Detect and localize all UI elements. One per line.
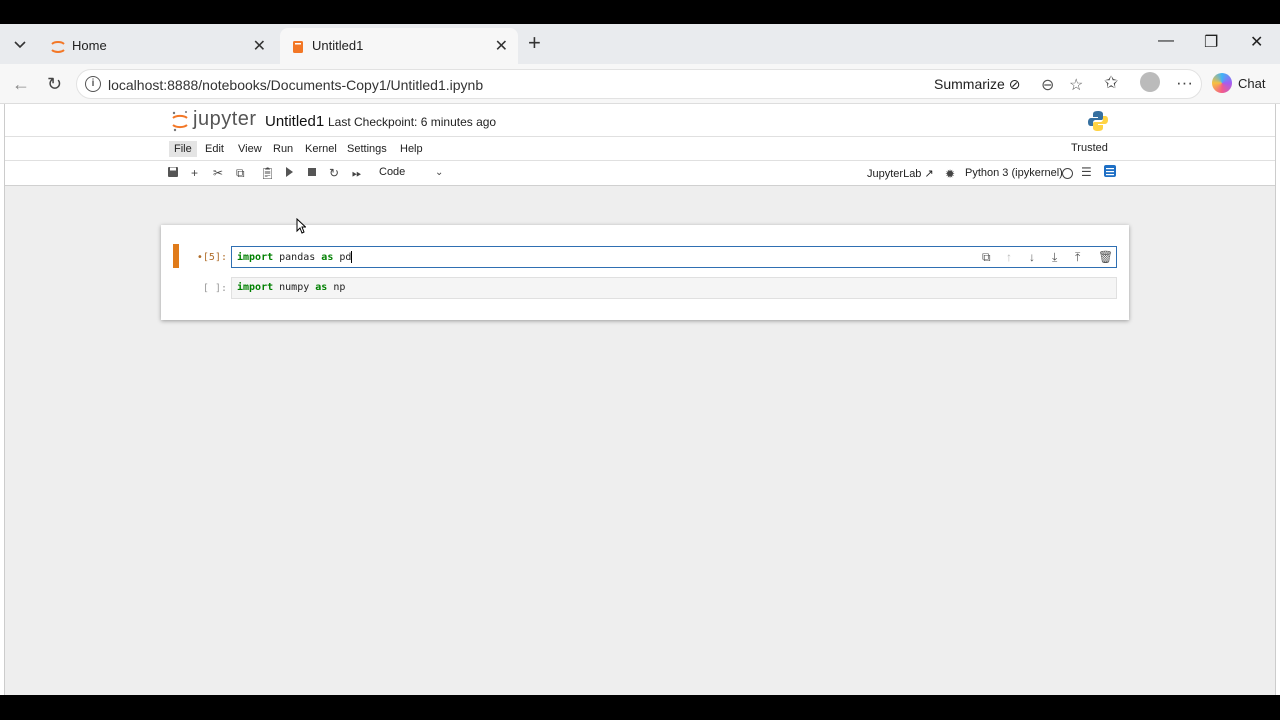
notebook-panel: •[5]: import pandas as pd ⧉ ↑ ↓ ⤓ ⤒ 🗑︎ […	[161, 225, 1129, 320]
run-icon[interactable]	[284, 166, 294, 181]
debugger-bug-icon[interactable]: ✹	[945, 167, 955, 181]
active-cell-indicator	[173, 244, 179, 268]
summarize-label: Summarize	[934, 76, 1005, 92]
code-alias: np	[327, 282, 346, 293]
copilot-summarize-icon: ⊘	[1008, 76, 1021, 92]
cut-icon[interactable]: ✂	[213, 166, 223, 180]
cell-type-select[interactable]: Code	[379, 166, 405, 178]
code-module: numpy	[273, 282, 316, 293]
toc-icon[interactable]	[1103, 164, 1117, 181]
chat-label: Chat	[1238, 75, 1266, 91]
close-window-icon[interactable]: ✕	[1250, 32, 1263, 52]
trusted-indicator[interactable]: Trusted	[1071, 142, 1108, 154]
cell-prompt: •[5]:	[196, 252, 227, 263]
menu-view[interactable]: View	[233, 141, 267, 157]
menu-bar: File Edit View Run Kernel Settings Help …	[5, 136, 1275, 160]
copilot-chat-button[interactable]: Chat	[1212, 73, 1265, 93]
insert-cell-plus-icon[interactable]: +	[191, 166, 198, 180]
tab-home[interactable]: Home ✕	[40, 28, 276, 64]
close-tab-icon[interactable]: ✕	[253, 36, 266, 56]
code-keyword: import	[237, 282, 274, 293]
cell-editor[interactable]: import numpy as np	[231, 277, 1117, 299]
menu-settings[interactable]: Settings	[342, 141, 392, 157]
jupyter-header: jupyter Untitled1 Last Checkpoint: 6 min…	[5, 104, 1275, 136]
site-info-icon[interactable]: i	[85, 76, 101, 92]
move-down-icon[interactable]: ↓	[1029, 250, 1035, 264]
mouse-pointer-icon	[296, 217, 307, 234]
code-module: pandas	[273, 252, 322, 263]
delete-cell-icon[interactable]: 🗑︎	[1098, 250, 1113, 264]
external-link-icon: ↗	[924, 168, 934, 180]
new-tab-plus-icon[interactable]: +	[528, 32, 541, 54]
back-arrow-icon[interactable]: ←	[12, 74, 30, 95]
menu-kernel[interactable]: Kernel	[300, 141, 342, 157]
jupyterlab-label: JupyterLab	[867, 168, 922, 180]
zoom-icon[interactable]: ⊖	[1041, 75, 1054, 95]
menu-edit[interactable]: Edit	[200, 141, 229, 157]
text-caret	[351, 251, 353, 263]
code-cell[interactable]: [ ]: import numpy as np	[161, 277, 1129, 301]
notebook-favicon-icon	[290, 39, 306, 55]
tab-untitled1[interactable]: Untitled1 ✕	[280, 28, 518, 64]
address-toolbar: ← ↻ i localhost:8888/notebooks/Documents…	[0, 64, 1280, 104]
favorite-star-icon[interactable]: ☆	[1069, 75, 1083, 95]
code-alias: pd	[333, 252, 352, 263]
jupyter-favicon-icon	[50, 39, 66, 55]
tab-label: Home	[72, 38, 107, 53]
menu-file[interactable]: File	[169, 141, 197, 157]
tab-label: Untitled1	[312, 38, 364, 53]
cell-prompt: [ ]:	[202, 283, 227, 294]
code-keyword: import	[237, 252, 274, 263]
favorites-icon[interactable]: ✩	[1104, 73, 1118, 93]
notebook-toolbar: + ✂ ⧉ 📋︎ ↻ ⏩︎ Code ⌄ JupyterLab ↗ ✹ Pyth…	[5, 160, 1275, 186]
jupyter-page: jupyter Untitled1 Last Checkpoint: 6 min…	[4, 104, 1276, 695]
cell-code[interactable]: import numpy as np	[237, 282, 345, 293]
menu-list-icon[interactable]: ☰	[1081, 165, 1092, 179]
code-keyword: as	[321, 252, 334, 263]
url-text[interactable]: localhost:8888/notebooks/Documents-Copy1…	[108, 77, 483, 93]
python-logo-icon	[1087, 110, 1109, 132]
save-icon[interactable]	[167, 166, 179, 181]
cell-code[interactable]: import pandas as pd	[237, 251, 353, 263]
copy-icon[interactable]: ⧉	[236, 166, 245, 181]
stop-icon[interactable]	[307, 166, 317, 181]
close-tab-icon[interactable]: ✕	[495, 36, 508, 56]
kernel-name[interactable]: Python 3 (ipykernel)	[965, 167, 1063, 179]
restart-icon[interactable]: ↻	[329, 166, 339, 180]
address-bar[interactable]: i localhost:8888/notebooks/Documents-Cop…	[76, 69, 1202, 99]
more-menu-icon[interactable]: ···	[1176, 73, 1193, 93]
code-keyword: as	[315, 282, 328, 293]
copilot-icon	[1212, 73, 1232, 93]
move-up-icon[interactable]: ↑	[1006, 250, 1012, 264]
browser-window: Home ✕ Untitled1 ✕ + — ❐ ✕ ← ↻ i localho…	[0, 24, 1280, 695]
reload-icon[interactable]: ↻	[47, 74, 62, 95]
jupyter-logo-icon	[171, 110, 189, 131]
jupyterlab-link[interactable]: JupyterLab ↗	[867, 167, 934, 180]
duplicate-cell-icon[interactable]: ⧉	[982, 250, 991, 265]
summarize-button[interactable]: Summarize ⊘	[934, 76, 1020, 93]
restore-icon[interactable]: ❐	[1204, 32, 1218, 52]
menu-help[interactable]: Help	[395, 141, 428, 157]
restart-run-all-icon[interactable]: ⏩︎	[352, 166, 362, 181]
minimize-icon[interactable]: —	[1158, 32, 1174, 50]
insert-above-icon[interactable]: ⤓	[1052, 250, 1057, 265]
notebook-title[interactable]: Untitled1	[265, 113, 324, 130]
menu-run[interactable]: Run	[268, 141, 298, 157]
tab-actions-chevron-icon[interactable]	[6, 32, 34, 58]
code-cell[interactable]: •[5]: import pandas as pd ⧉ ↑ ↓ ⤓ ⤒ 🗑︎	[161, 244, 1129, 270]
jupyter-logo[interactable]: jupyter	[171, 108, 257, 131]
last-checkpoint: Last Checkpoint: 6 minutes ago	[328, 115, 497, 129]
chevron-down-icon[interactable]: ⌄	[435, 167, 443, 178]
jupyter-wordmark: jupyter	[193, 108, 257, 130]
profile-avatar[interactable]	[1140, 72, 1160, 92]
insert-below-icon[interactable]: ⤒	[1075, 250, 1080, 265]
cell-editor[interactable]: import pandas as pd ⧉ ↑ ↓ ⤓ ⤒ 🗑︎	[231, 246, 1117, 268]
paste-icon[interactable]: 📋︎	[260, 166, 275, 180]
tab-strip: Home ✕ Untitled1 ✕ + — ❐ ✕	[0, 24, 1280, 64]
kernel-status-idle-icon	[1062, 168, 1073, 179]
